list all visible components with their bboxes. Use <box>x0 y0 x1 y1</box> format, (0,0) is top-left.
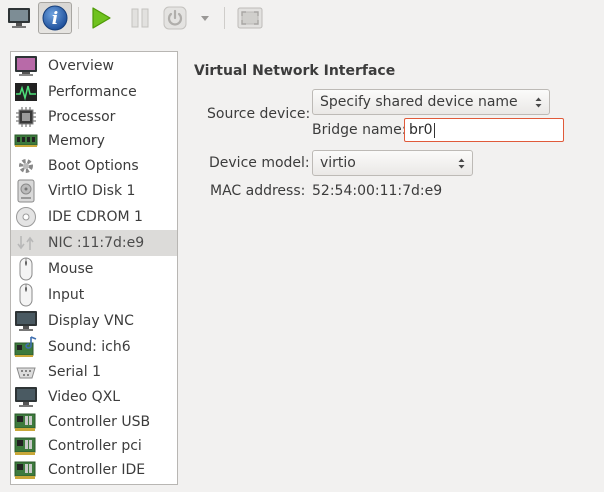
run-button[interactable] <box>86 2 116 34</box>
hardware-item-label: VirtIO Disk 1 <box>48 183 136 199</box>
source-device-label: Source device: <box>207 106 311 122</box>
play-icon <box>92 7 111 29</box>
hardware-item-serial[interactable]: Serial 1 <box>11 359 177 385</box>
hardware-item-label: Display VNC <box>48 313 134 329</box>
hardware-item-label: Input <box>48 287 85 303</box>
console-button[interactable] <box>4 2 34 34</box>
hardware-item-processor[interactable]: Processor <box>11 104 177 130</box>
serial-icon <box>14 360 38 384</box>
bridge-name-label: Bridge name: <box>312 122 407 138</box>
section-title: Virtual Network Interface <box>194 63 396 79</box>
combo-arrows-icon <box>458 158 465 169</box>
memory-icon <box>14 129 38 153</box>
hardware-item-controller-pci[interactable]: Controller pci <box>11 433 177 459</box>
toolbar-separator <box>78 7 79 29</box>
shutdown-button[interactable] <box>160 2 190 34</box>
info-icon: i <box>42 5 68 31</box>
controller-icon <box>14 410 38 434</box>
performance-icon <box>14 80 38 104</box>
toolbar: i <box>0 0 604 38</box>
shutdown-menu-button[interactable] <box>196 2 214 34</box>
hardware-item-label: Video QXL <box>48 389 121 405</box>
hardware-item-input[interactable]: Input <box>11 282 177 308</box>
hardware-item-label: Memory <box>48 133 105 149</box>
chevron-down-icon <box>201 16 209 21</box>
hardware-item-performance[interactable]: Performance <box>11 79 177 105</box>
bridge-name-input[interactable]: br0 <box>404 118 564 142</box>
hardware-item-overview[interactable]: Overview <box>11 53 177 79</box>
svg-text:i: i <box>52 9 58 29</box>
hardware-item-virtio-disk[interactable]: VirtIO Disk 1 <box>11 178 177 204</box>
monitor-icon <box>8 8 30 28</box>
mouse-icon <box>14 257 38 281</box>
hardware-item-controller-usb[interactable]: Controller USB <box>11 409 177 435</box>
pause-button[interactable] <box>127 2 153 34</box>
display-icon <box>14 309 38 333</box>
hardware-item-label: Sound: ich6 <box>48 339 131 355</box>
toolbar-separator <box>224 7 225 29</box>
hardware-item-boot-options[interactable]: Boot Options <box>11 153 177 179</box>
hardware-item-ide-cdrom[interactable]: IDE CDROM 1 <box>11 204 177 230</box>
hardware-item-nic[interactable]: NIC :11:7d:e9 <box>11 230 177 256</box>
pause-icon <box>131 8 149 28</box>
device-model-value: virtio <box>320 155 356 171</box>
hardware-item-label: Controller IDE <box>48 462 146 478</box>
sound-icon <box>14 335 38 359</box>
hardware-item-label: Controller pci <box>48 438 142 454</box>
hardware-list: Overview Performance Processor Memory Bo… <box>10 51 178 485</box>
network-icon <box>14 231 38 255</box>
monitor-icon <box>14 54 38 78</box>
hardware-item-label: Boot Options <box>48 158 139 174</box>
controller-icon <box>14 458 38 482</box>
disk-icon <box>14 179 38 203</box>
mac-address-label: MAC address: <box>210 183 306 199</box>
hardware-item-label: Mouse <box>48 261 94 277</box>
combo-arrows-icon <box>535 97 542 108</box>
hardware-item-display-vnc[interactable]: Display VNC <box>11 308 177 334</box>
hardware-item-label: Processor <box>48 109 116 125</box>
hardware-item-label: Performance <box>48 84 137 100</box>
hardware-item-memory[interactable]: Memory <box>11 128 177 154</box>
mac-address-value: 52:54:00:11:7d:e9 <box>312 183 443 199</box>
video-icon <box>14 385 38 409</box>
source-device-combo[interactable]: Specify shared device name <box>312 89 550 115</box>
boot-options-icon <box>14 154 38 178</box>
cdrom-icon <box>14 205 38 229</box>
device-model-combo[interactable]: virtio <box>312 150 473 176</box>
hardware-item-controller-ide[interactable]: Controller IDE <box>11 457 177 483</box>
hardware-item-video-qxl[interactable]: Video QXL <box>11 384 177 410</box>
bridge-name-value: br0 <box>409 122 433 138</box>
hardware-item-mouse[interactable]: Mouse <box>11 256 177 282</box>
device-model-label: Device model: <box>209 155 310 171</box>
power-icon <box>163 6 187 30</box>
fullscreen-icon <box>237 7 263 29</box>
text-caret <box>433 122 435 138</box>
controller-icon <box>14 434 38 458</box>
hardware-item-label: NIC :11:7d:e9 <box>48 235 145 251</box>
hardware-item-sound[interactable]: Sound: ich6 <box>11 334 177 360</box>
hardware-item-label: Overview <box>48 58 114 74</box>
hardware-item-label: IDE CDROM 1 <box>48 209 143 225</box>
input-icon <box>14 283 38 307</box>
hardware-item-label: Controller USB <box>48 414 151 430</box>
hardware-item-label: Serial 1 <box>48 364 101 380</box>
source-device-value: Specify shared device name <box>320 94 518 110</box>
fullscreen-button[interactable] <box>234 2 266 34</box>
details-button[interactable]: i <box>38 2 72 34</box>
cpu-icon <box>14 105 38 129</box>
